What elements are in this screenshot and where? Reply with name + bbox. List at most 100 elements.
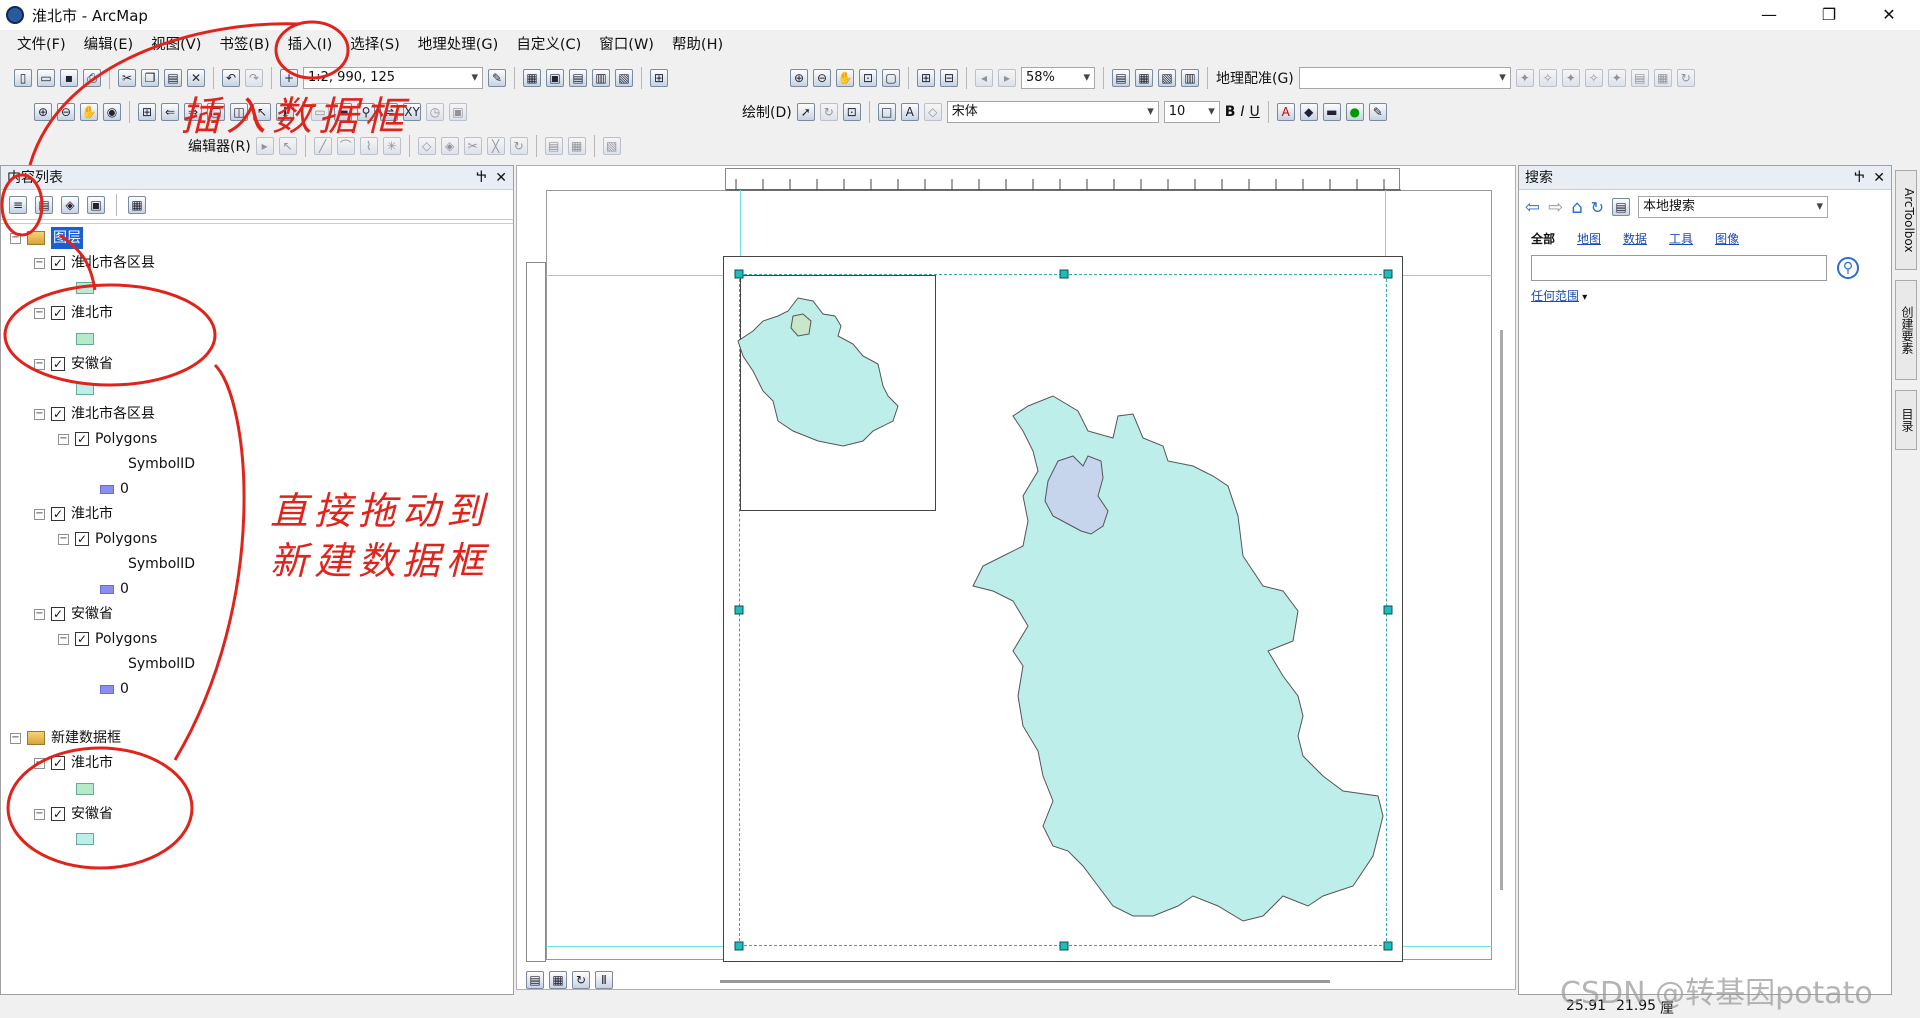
table-of-contents-icon[interactable]: ▦ (523, 69, 541, 87)
close-button[interactable]: ✕ (1866, 0, 1912, 30)
zoom-in-icon[interactable]: ⊕ (34, 103, 52, 121)
symbol-class-item[interactable]: 0 (100, 478, 129, 500)
toc-layer-item[interactable]: − ✓ 淮北市各区县 (34, 252, 155, 274)
class-symbol[interactable] (100, 584, 114, 594)
list-by-drawing-order-icon[interactable]: ≡ (9, 195, 27, 214)
layer-checkbox[interactable]: ✓ (51, 807, 65, 821)
next-extent-icon[interactable]: ▸ (998, 69, 1016, 87)
open-icon[interactable]: ▭ (37, 69, 55, 87)
search-pin-icon[interactable]: Ⴕ (1854, 170, 1864, 186)
save-icon[interactable]: ▪ (60, 69, 78, 87)
refresh-icon[interactable]: ↻ (572, 971, 590, 989)
collapse-icon[interactable]: − (34, 808, 45, 820)
georeferencing-menu[interactable]: 地理配准(G) (1216, 68, 1294, 88)
data-view-icon[interactable]: ▤ (526, 971, 544, 989)
collapse-icon[interactable]: − (10, 232, 21, 244)
toc-pin-icon[interactable]: Ⴕ (476, 170, 486, 186)
menu-file[interactable]: 文件(F) (8, 30, 75, 60)
class-symbol[interactable] (100, 684, 114, 694)
model-builder-icon[interactable]: ⊞ (650, 69, 668, 87)
zoom-out-icon[interactable]: ⊖ (57, 103, 75, 121)
layer-checkbox[interactable]: ✓ (51, 407, 65, 421)
zoom-in-page-icon[interactable]: ⊕ (790, 69, 808, 87)
data-driven-pages-icon[interactable]: ▥ (1181, 69, 1199, 87)
toc-dataframe-layers[interactable]: − 图层 (10, 227, 83, 249)
toc-layer-item[interactable]: − ✓ 安徽省 (34, 803, 113, 825)
layout-zoom-combo[interactable]: 58% (1021, 67, 1095, 89)
cut-polygons-icon[interactable]: ✂ (463, 137, 482, 155)
collapse-icon[interactable]: − (34, 608, 45, 620)
menu-customize[interactable]: 自定义(C) (507, 30, 590, 60)
georef-layer-combo[interactable] (1298, 67, 1511, 89)
class-symbol[interactable] (100, 484, 114, 494)
layer-checkbox[interactable]: ✓ (51, 607, 65, 621)
toc-layer-item[interactable]: − ✓ 淮北市 (34, 302, 113, 324)
refresh-search-icon[interactable]: ↻ (1591, 198, 1604, 217)
menu-help[interactable]: 帮助(H) (663, 30, 732, 60)
collapse-icon[interactable]: − (34, 408, 45, 420)
cut-icon[interactable]: ✂ (118, 69, 136, 87)
toc-close-icon[interactable]: ✕ (495, 170, 507, 186)
collapse-icon[interactable]: − (34, 358, 45, 370)
link-table-icon[interactable]: ▤ (1630, 69, 1649, 87)
collapse-icon[interactable]: − (58, 633, 69, 645)
search-input[interactable] (1531, 255, 1827, 281)
marker-color-icon[interactable]: ● (1345, 103, 1364, 121)
pan-icon[interactable]: ✋ (80, 103, 98, 121)
layer-checkbox[interactable]: ✓ (51, 507, 65, 521)
menu-edit[interactable]: 编辑(E) (75, 30, 142, 60)
list-by-visibility-icon[interactable]: ◈ (61, 195, 79, 214)
collapse-icon[interactable]: − (58, 533, 69, 545)
search-close-icon[interactable]: ✕ (1873, 170, 1885, 186)
zoom-to-selected-icon[interactable]: ⊡ (842, 103, 861, 121)
symbol-class-item[interactable]: 0 (100, 578, 129, 600)
bold-button[interactable]: B (1225, 104, 1236, 120)
collapse-icon[interactable]: − (58, 433, 69, 445)
horizontal-scrollbar[interactable] (720, 980, 1330, 983)
sketch-properties-icon[interactable]: ▦ (567, 137, 586, 155)
georef-tool-2-icon[interactable]: ✧ (1538, 69, 1557, 87)
layout-view-icon[interactable]: ▦ (549, 971, 567, 989)
reshape-icon[interactable]: ◈ (440, 137, 459, 155)
back-icon[interactable]: ⇦ (1525, 197, 1540, 218)
toc-layer-item[interactable]: − ✓ 淮北市 (34, 503, 113, 525)
back-extent-icon[interactable]: ⇐ (161, 103, 179, 121)
search-tab-maps[interactable]: 地图 (1577, 230, 1601, 247)
zoom-100-icon[interactable]: ▢ (882, 69, 900, 87)
restore-button[interactable]: ❐ (1806, 0, 1852, 30)
layer-symbol[interactable] (76, 833, 94, 845)
search-tab-data[interactable]: 数据 (1623, 230, 1647, 247)
menu-view[interactable]: 视图(V) (142, 30, 210, 60)
create-features-icon[interactable]: ▧ (602, 137, 621, 155)
toggle-draft-icon[interactable]: ▤ (1112, 69, 1130, 87)
list-by-source-icon[interactable]: ▤ (35, 195, 53, 214)
font-size-combo[interactable]: 10 (1163, 101, 1220, 123)
font-combo[interactable]: 宋体 (946, 101, 1159, 123)
attributes-icon[interactable]: ▤ (544, 137, 563, 155)
layer-symbol[interactable] (76, 383, 94, 395)
toc-group-item[interactable]: − ✓ Polygons (58, 428, 157, 450)
menu-geoprocessing[interactable]: 地理处理(G) (409, 30, 508, 60)
underline-button[interactable]: U (1250, 104, 1260, 120)
collapse-icon[interactable]: − (34, 757, 45, 769)
side-tab-create-features[interactable]: 创建要素 (1895, 280, 1917, 380)
rotate-element-icon[interactable]: ↻ (819, 103, 838, 121)
collapse-icon[interactable]: − (34, 257, 45, 269)
full-extent-icon[interactable]: ◉ (103, 103, 121, 121)
fixed-zoom-out-icon[interactable]: ⊟ (940, 69, 958, 87)
symbol-class-item[interactable]: 0 (100, 678, 129, 700)
search-options-icon[interactable]: ▤ (1612, 198, 1631, 216)
home-icon[interactable]: ⌂ (1571, 197, 1582, 218)
font-color-icon[interactable]: A (1276, 103, 1295, 121)
side-tab-arctoolbox[interactable]: ArcToolbox (1895, 170, 1917, 270)
menu-selection[interactable]: 选择(S) (341, 30, 409, 60)
toc-group-item[interactable]: − ✓ Polygons (58, 628, 157, 650)
change-layout-icon[interactable]: ▧ (1158, 69, 1176, 87)
toc-layer-item[interactable]: − ✓ 安徽省 (34, 603, 113, 625)
create-viewer-icon[interactable]: ▣ (449, 103, 467, 121)
search-window-icon[interactable]: ▤ (569, 69, 587, 87)
group-checkbox[interactable]: ✓ (75, 432, 89, 446)
collapse-icon[interactable]: − (34, 307, 45, 319)
print-icon[interactable]: ⎙ (83, 69, 101, 87)
edit-vertices-icon[interactable]: ◇ (923, 103, 942, 121)
